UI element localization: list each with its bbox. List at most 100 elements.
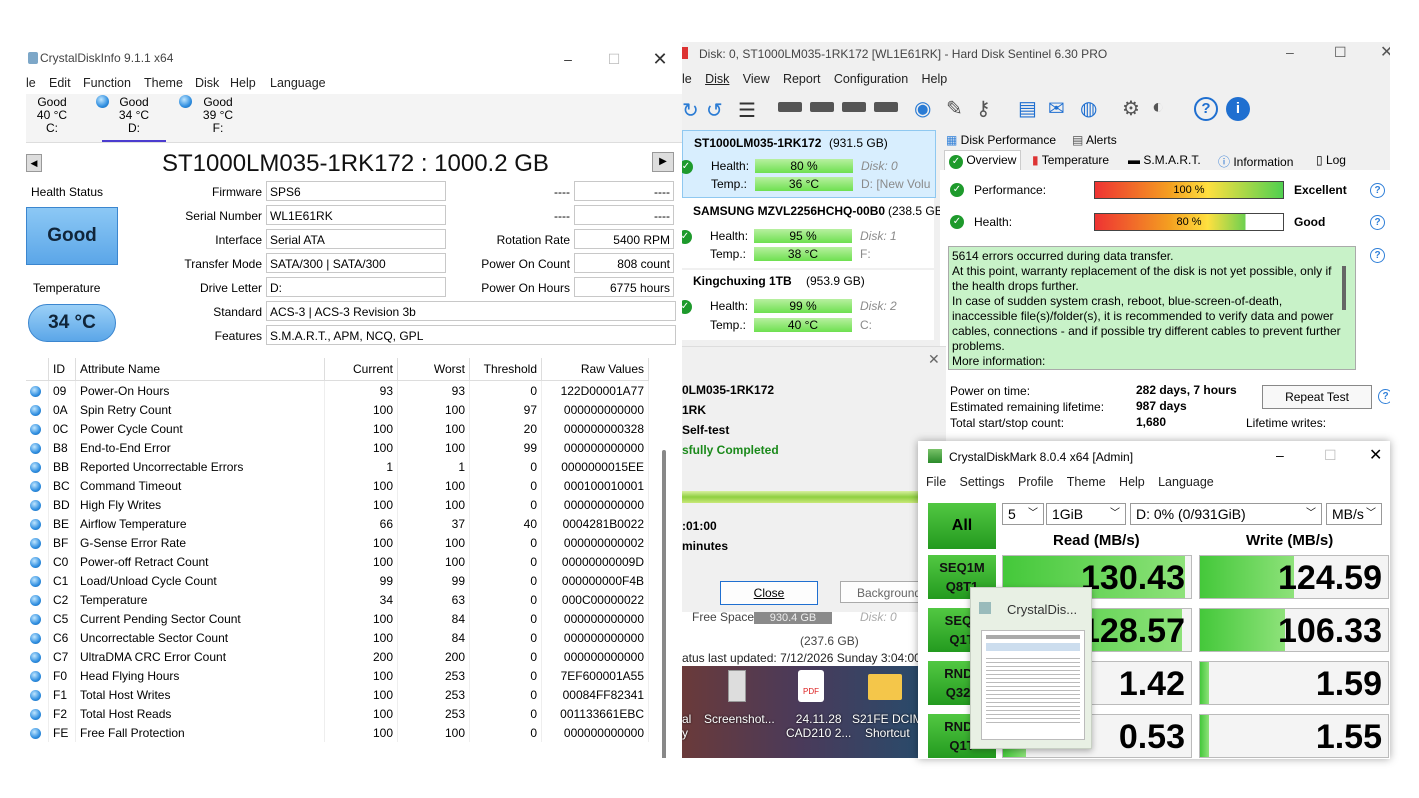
maximize-button[interactable]: ☐ bbox=[1334, 44, 1347, 61]
health-status-box[interactable]: Good bbox=[26, 207, 118, 265]
prev-disk-button[interactable]: ◀ bbox=[26, 154, 42, 172]
menu-theme[interactable]: Theme bbox=[144, 76, 183, 90]
network-icon[interactable]: ◉ bbox=[914, 96, 931, 121]
globe-icon[interactable]: ◍ bbox=[1080, 96, 1097, 121]
table-row[interactable]: F1 Total Host Writes 100 253 0 00084FF82341 bbox=[26, 685, 649, 704]
tab-disk-performance[interactable]: ▦ Disk Performance bbox=[946, 133, 1056, 147]
drive-tab-c[interactable]: Good 40 °C C: bbox=[26, 96, 84, 135]
table-row[interactable]: C5 Current Pending Sector Count 100 84 0 0000… bbox=[26, 609, 649, 628]
table-row[interactable]: C2 Temperature 34 63 0 000C00000022 bbox=[26, 590, 649, 609]
list-icon[interactable]: ☰ bbox=[738, 98, 756, 123]
menu-function[interactable]: Function bbox=[83, 76, 131, 90]
menu-view[interactable]: View bbox=[743, 72, 770, 86]
help-icon[interactable]: ? bbox=[1370, 215, 1385, 230]
table-row[interactable]: C0 Power-off Retract Count 100 100 0 00000000… bbox=[26, 552, 649, 571]
disk-edit-icon[interactable] bbox=[874, 102, 898, 112]
help-icon[interactable]: ? bbox=[1370, 183, 1385, 198]
pdf-file-icon[interactable]: PDF bbox=[798, 670, 824, 702]
disk-list-item[interactable]: Kingchuxing 1TB (953.9 GB) ✓ Health: 99 … bbox=[682, 270, 934, 340]
column-header[interactable]: Current bbox=[324, 358, 398, 381]
refresh-icon[interactable]: ↻ bbox=[682, 98, 699, 123]
table-row[interactable]: 09 Power-On Hours 93 93 0 122D00001A77 bbox=[26, 380, 649, 400]
maximize-button[interactable]: ☐ bbox=[1324, 447, 1337, 464]
tab-temperature[interactable]: ▮ Temperature bbox=[1032, 153, 1109, 167]
table-row[interactable]: 0A Spin Retry Count 100 100 97 000000000000 bbox=[26, 400, 649, 419]
table-row[interactable]: BB Reported Uncorrectable Errors 1 1 0 000000… bbox=[26, 457, 649, 476]
desktop-icon[interactable]: 24.11.28 CAD210 2... bbox=[786, 712, 851, 740]
menu-edit[interactable]: Edit bbox=[49, 76, 71, 90]
column-header[interactable]: ID bbox=[48, 358, 76, 381]
tab-smart[interactable]: ▬ S.M.A.R.T. bbox=[1128, 153, 1201, 167]
close-button[interactable]: ✕ bbox=[1369, 445, 1382, 465]
column-header[interactable]: Worst bbox=[397, 358, 470, 381]
disk-test-icon[interactable] bbox=[778, 102, 802, 112]
menu-settings[interactable]: Settings bbox=[960, 475, 1005, 489]
tab-alerts[interactable]: ▤ Alerts bbox=[1072, 133, 1117, 147]
usb-icon[interactable]: ⚷ bbox=[976, 96, 991, 121]
info-icon[interactable]: i bbox=[1226, 97, 1250, 121]
minimize-button[interactable]: – bbox=[546, 42, 590, 76]
menu-configuration[interactable]: Configuration bbox=[834, 72, 908, 86]
menu-language[interactable]: Language bbox=[270, 76, 326, 90]
column-header[interactable]: Raw Values bbox=[541, 358, 649, 381]
next-disk-button[interactable]: ▶ bbox=[652, 152, 674, 172]
menu-profile[interactable]: Profile bbox=[1018, 475, 1053, 489]
table-row[interactable]: F2 Total Host Reads 100 253 0 001133661EBC bbox=[26, 704, 649, 723]
table-row[interactable]: C1 Load/Unload Cycle Count 99 99 0 000000000F… bbox=[26, 571, 649, 590]
table-row[interactable]: BC Command Timeout 100 100 0 000100010001 bbox=[26, 476, 649, 495]
taskbar-thumbnail-popup[interactable]: CrystalDis... bbox=[970, 587, 1092, 749]
tools-icon[interactable]: ✎ bbox=[946, 96, 963, 121]
close-button[interactable]: Close bbox=[720, 581, 818, 605]
table-row[interactable]: 0C Power Cycle Count 100 100 20 000000000328 bbox=[26, 419, 649, 438]
menu-help[interactable]: Help bbox=[922, 72, 948, 86]
maximize-button[interactable]: ☐ bbox=[592, 42, 636, 76]
table-row[interactable]: B8 End-to-End Error 100 100 99 000000000000 bbox=[26, 438, 649, 457]
unit-select[interactable]: MB/s ﹀ bbox=[1326, 503, 1382, 525]
table-row[interactable]: BE Airflow Temperature 66 37 40 0004281B0022 bbox=[26, 514, 649, 533]
mail-icon[interactable]: ✉ bbox=[1048, 96, 1065, 121]
menu-language[interactable]: Language bbox=[1158, 475, 1214, 489]
menu-file[interactable]: File bbox=[926, 475, 946, 489]
table-row[interactable]: FE Free Fall Protection 100 100 0 00000000000… bbox=[26, 723, 649, 742]
menu-report[interactable]: Report bbox=[783, 72, 821, 86]
disk-list-item[interactable]: SAMSUNG MZVL2256HCHQ-00B0 (238.5 GB ✓ He… bbox=[682, 198, 943, 268]
screenshot-file-icon[interactable] bbox=[728, 670, 746, 702]
menu-file[interactable]: le bbox=[26, 76, 36, 90]
column-header[interactable]: Attribute Name bbox=[75, 358, 325, 381]
drive-select[interactable]: D: 0% (0/931GiB) ﹀ bbox=[1130, 503, 1322, 525]
table-scrollbar[interactable] bbox=[662, 450, 666, 758]
close-button[interactable]: ✕ bbox=[638, 42, 682, 76]
tab-information[interactable]: ⓘ Information bbox=[1218, 153, 1293, 170]
menu-disk[interactable]: Disk bbox=[705, 72, 729, 86]
tab-overview[interactable]: ✓ Overview bbox=[944, 150, 1022, 171]
all-button[interactable]: All bbox=[928, 503, 996, 549]
help-icon[interactable]: ? bbox=[1194, 97, 1218, 121]
menu-help[interactable]: Help bbox=[1119, 475, 1145, 489]
minimize-button[interactable]: – bbox=[1276, 447, 1284, 463]
table-row[interactable]: C6 Uncorrectable Sector Count 100 84 0 000000… bbox=[26, 628, 649, 647]
table-row[interactable]: BF G-Sense Error Rate 100 100 0 000000000002 bbox=[26, 533, 649, 552]
tab-log[interactable]: ▯ Log bbox=[1316, 153, 1346, 167]
help-icon[interactable]: ? bbox=[1378, 389, 1390, 404]
menu-file[interactable]: le bbox=[682, 72, 692, 86]
disk-list-item[interactable]: ST1000LM035-1RK172 (931.5 GB) ✓ Health: … bbox=[682, 130, 936, 198]
sound-icon[interactable]: ◐ bbox=[1152, 96, 1164, 119]
menu-disk[interactable]: Disk bbox=[195, 76, 219, 90]
table-row[interactable]: BD High Fly Writes 100 100 0 000000000000 bbox=[26, 495, 649, 514]
menu-help[interactable]: Help bbox=[230, 76, 256, 90]
close-button[interactable]: ✕ bbox=[1380, 42, 1390, 62]
disk-schedule-icon[interactable] bbox=[810, 102, 834, 112]
minimize-button[interactable]: – bbox=[1286, 44, 1294, 60]
menu-theme[interactable]: Theme bbox=[1067, 475, 1106, 489]
column-header[interactable]: Threshold bbox=[469, 358, 542, 381]
refresh-all-icon[interactable]: ↺ bbox=[706, 98, 723, 123]
folder-shortcut-icon[interactable] bbox=[868, 674, 902, 700]
settings-icon[interactable]: ⚙ bbox=[1122, 96, 1140, 121]
table-row[interactable]: C7 UltraDMA CRC Error Count 200 200 0 0000000… bbox=[26, 647, 649, 666]
dialog-close-icon[interactable]: ✕ bbox=[928, 351, 940, 368]
drive-tab-d[interactable]: Good 34 °C D: bbox=[102, 96, 166, 142]
drive-tab-f[interactable]: Good 39 °C F: bbox=[186, 96, 250, 135]
desktop-icon[interactable]: al y bbox=[682, 712, 691, 740]
message-scrollbar[interactable] bbox=[1342, 266, 1346, 310]
disk-ok-icon[interactable] bbox=[842, 102, 866, 112]
